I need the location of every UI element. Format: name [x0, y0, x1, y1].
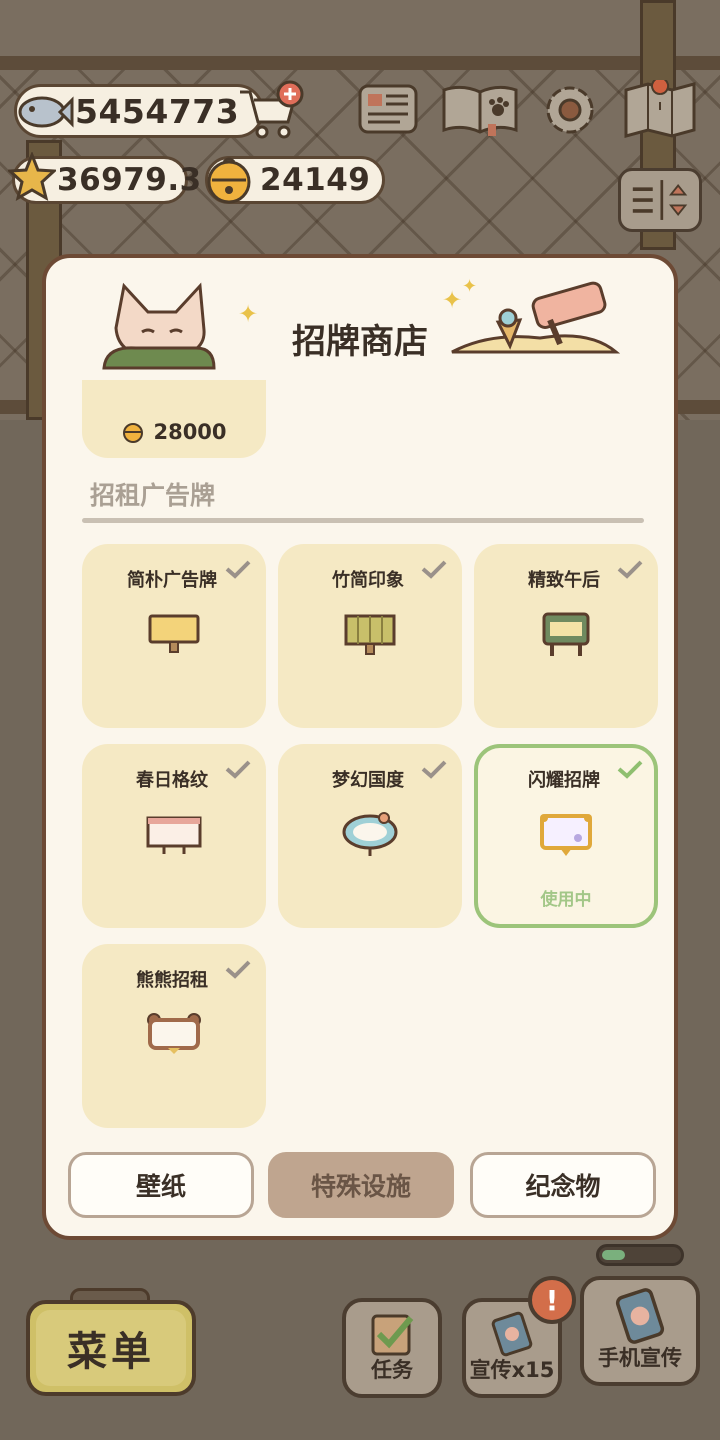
menu-button[interactable]: 菜单 [26, 1300, 196, 1396]
gear-icon[interactable] [538, 80, 602, 140]
progress-bar [596, 1244, 684, 1266]
phone-promo-icon [615, 1288, 665, 1344]
category-tabs: 壁纸 特殊设施 纪念物 [68, 1152, 660, 1218]
modal-title: 招牌商店 [292, 322, 428, 362]
check-icon [225, 960, 251, 979]
section-divider [82, 518, 644, 523]
check-icon [225, 560, 251, 579]
promo-card-icon [491, 1311, 533, 1357]
item-scroll-area[interactable]: 28000 招租广告牌 简朴广告牌 竹简印象 精致午后 春日格纹 梦幻国度 闪耀… [46, 380, 674, 1140]
map-icon[interactable] [622, 80, 698, 140]
paw-book-icon[interactable] [440, 80, 520, 140]
star-icon [8, 152, 56, 202]
signboard-item-card[interactable]: 精致午后 [474, 544, 658, 728]
clipboard-check-icon [371, 1314, 414, 1356]
promo-label: 宣传x15 [469, 1358, 555, 1382]
item-price-value: 28000 [153, 420, 227, 444]
signboard-shop-modal: ✦ ✦ ✦ 招牌商店 28000 招租广告牌 简朴广告牌 竹简印象 精致午后 春… [42, 254, 678, 1240]
sort-icon [632, 180, 688, 220]
bamboo-signboard-icon [344, 614, 396, 655]
check-icon [225, 760, 251, 779]
fish-icon [18, 96, 74, 128]
previous-item-card[interactable]: 28000 [82, 380, 266, 458]
bell-icon [207, 157, 251, 204]
simple-signboard-icon [148, 614, 200, 653]
tab-souvenirs[interactable]: 纪念物 [470, 1152, 656, 1218]
check-icon [421, 560, 447, 579]
bell-count: 24149 [260, 162, 371, 198]
menu-label: 菜单 [67, 1329, 155, 1375]
item-price: 28000 [121, 420, 227, 444]
check-icon [617, 760, 643, 779]
task-label: 任务 [371, 1358, 413, 1382]
cart-plus-icon[interactable] [234, 80, 306, 142]
tab-special-facilities[interactable]: 特殊设施 [268, 1152, 454, 1218]
afternoon-signboard-icon [542, 612, 590, 656]
phone-promo-button[interactable]: 手机宣传 [580, 1276, 700, 1386]
task-button[interactable]: 任务 [342, 1298, 442, 1398]
check-icon [617, 560, 643, 579]
bell-icon [123, 423, 144, 443]
dreamland-signboard-icon [342, 812, 398, 856]
check-icon [421, 760, 447, 779]
signboard-item-card[interactable]: 熊熊招租 [82, 944, 266, 1128]
scene-beam [0, 56, 720, 70]
newspaper-icon[interactable] [356, 80, 420, 140]
in-use-label: 使用中 [540, 890, 592, 910]
signboard-item-card-active[interactable]: 闪耀招牌 使用中 [474, 744, 658, 928]
signboard-item-card[interactable]: 竹简印象 [278, 544, 462, 728]
tab-wallpaper[interactable]: 壁纸 [68, 1152, 254, 1218]
signboard-item-card[interactable]: 简朴广告牌 [82, 544, 266, 728]
fish-count: 5454773 [75, 91, 240, 131]
alert-badge: ! [528, 1276, 576, 1324]
section-label: 招租广告牌 [90, 481, 216, 510]
progress-bar-fill [602, 1250, 625, 1260]
menu-button-inner: 菜单 [36, 1310, 186, 1386]
signboard-item-card[interactable]: 春日格纹 [82, 744, 266, 928]
star-count: 36979.3 [57, 162, 202, 198]
phone-promo-label: 手机宣传 [598, 1346, 682, 1370]
shining-signboard-icon [540, 814, 592, 856]
sort-button[interactable] [618, 168, 702, 232]
spring-plaid-signboard-icon [146, 816, 202, 854]
bear-signboard-icon [147, 1013, 201, 1054]
signboard-item-card[interactable]: 梦幻国度 [278, 744, 462, 928]
